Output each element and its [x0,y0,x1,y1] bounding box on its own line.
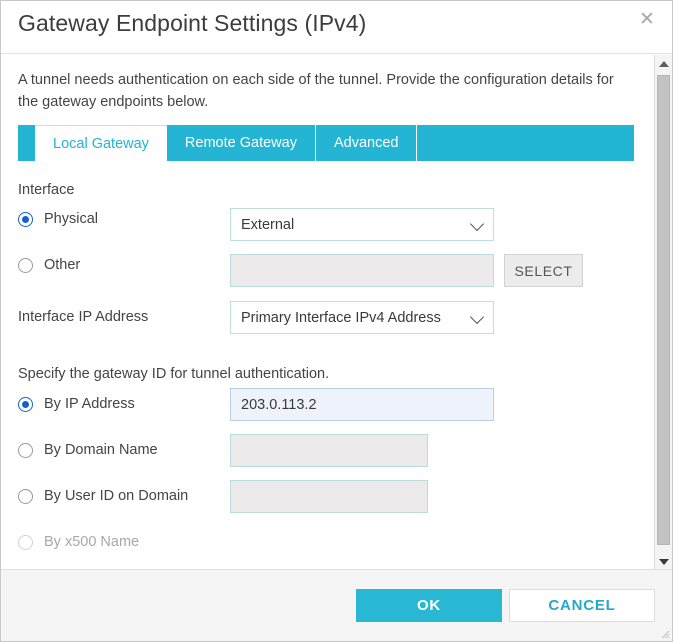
tab-strip-gutter [18,125,35,161]
interface-ip-address-select[interactable]: Primary Interface IPv4 Address [230,301,494,334]
scroll-down-arrow-icon[interactable] [655,553,672,570]
radio-by-domain-name[interactable] [18,442,33,458]
tab-advanced-label: Advanced [333,135,399,151]
physical-interface-select-value: External [241,216,295,233]
dialog-footer: OK CANCEL [1,569,672,641]
by-user-id-on-domain-input[interactable] [230,480,428,513]
radio-physical[interactable] [18,211,33,227]
tab-strip: Local Gateway Remote Gateway Advanced [18,125,634,161]
ok-button[interactable]: OK [356,589,502,622]
tab-remote-gateway[interactable]: Remote Gateway [166,125,316,161]
triangle-up-glyph [658,60,669,67]
radio-by-domain-name-label: By Domain Name [44,442,158,458]
radio-by-ip-address-label: By IP Address [44,396,135,412]
scroll-up-arrow-icon[interactable] [655,55,672,72]
dialog-titlebar: Gateway Endpoint Settings (IPv4) ✕ [1,1,672,54]
radio-row-by-user-id-on-domain[interactable]: By User ID on Domain [18,488,188,504]
radio-row-by-x500-name: By x500 Name [18,534,139,550]
chevron-down-icon [469,309,485,324]
interface-section-label: Interface [18,182,75,198]
interface-ip-address-label: Interface IP Address [18,309,149,325]
cancel-button[interactable]: CANCEL [509,589,655,622]
radio-row-by-domain-name[interactable]: By Domain Name [18,442,158,458]
close-icon[interactable]: ✕ [636,9,658,31]
tab-local-gateway[interactable]: Local Gateway [35,125,167,161]
radio-physical-label: Physical [44,211,98,227]
radio-by-ip-address[interactable] [18,396,33,412]
radio-row-by-ip-address[interactable]: By IP Address [18,396,135,412]
physical-interface-select[interactable]: External [230,208,494,241]
radio-other-label: Other [44,257,81,273]
select-interface-button[interactable]: SELECT [504,254,583,287]
vertical-scrollbar[interactable] [654,55,672,570]
chevron-down-icon [469,216,485,231]
tab-advanced[interactable]: Advanced [315,125,418,161]
scrollbar-thumb[interactable] [657,75,670,545]
by-domain-name-input[interactable] [230,434,428,467]
gateway-id-instruction: Specify the gateway ID for tunnel authen… [18,366,330,382]
radio-by-user-id-on-domain-label: By User ID on Domain [44,488,189,504]
by-ip-address-input[interactable]: 203.0.113.2 [230,388,494,421]
other-interface-input[interactable] [230,254,494,287]
dialog-title: Gateway Endpoint Settings (IPv4) [18,10,367,36]
radio-by-x500-name [18,534,33,550]
radio-row-physical[interactable]: Physical [18,211,98,227]
tab-remote-gateway-label: Remote Gateway [184,135,297,151]
gateway-endpoint-settings-dialog: Gateway Endpoint Settings (IPv4) ✕ A tun… [0,0,673,642]
radio-other[interactable] [18,257,33,273]
radio-row-other[interactable]: Other [18,257,80,273]
dialog-body: A tunnel needs authentication on each si… [1,55,672,570]
radio-by-x500-name-label: By x500 Name [44,534,140,550]
scroll-content: A tunnel needs authentication on each si… [1,55,654,570]
tab-local-gateway-label: Local Gateway [53,135,149,152]
tab-strip-filler [417,125,634,161]
intro-text: A tunnel needs authentication on each si… [18,72,614,110]
triangle-down-glyph [658,558,669,565]
resize-grip-icon[interactable] [661,630,670,639]
interface-ip-address-select-value: Primary Interface IPv4 Address [241,309,441,326]
radio-by-user-id-on-domain[interactable] [18,488,33,504]
